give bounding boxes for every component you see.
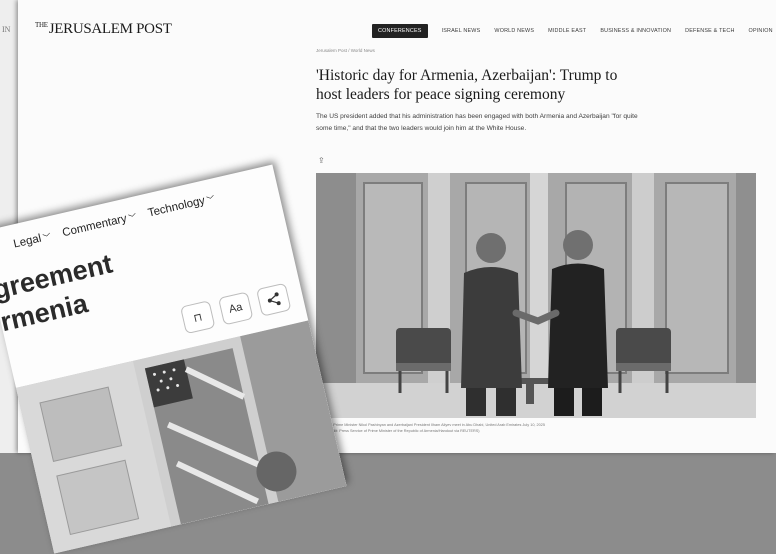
- card-photo: [15, 320, 347, 554]
- photo-caption: Armenian Prime Minister Nikol Pashinyan …: [316, 423, 545, 433]
- site-logo[interactable]: THEJERUSALEM POST: [35, 21, 172, 38]
- chevron-down-icon: ﹀: [42, 232, 53, 243]
- nav-defense-tech[interactable]: DEFENSE & TECH: [685, 28, 734, 34]
- handshake-photo: [316, 173, 756, 418]
- edge-text: IN: [2, 25, 11, 34]
- article-subhead: The US president added that his administ…: [316, 113, 638, 132]
- share-glyph: [267, 292, 281, 306]
- nav-world-news[interactable]: WORLD NEWS: [494, 28, 534, 34]
- share-icon[interactable]: ⇪: [318, 156, 325, 165]
- nav-opinion[interactable]: OPINION: [749, 28, 773, 34]
- main-nav: CONFERENCES ISRAEL NEWS WORLD NEWS MIDDL…: [372, 24, 773, 38]
- article-photo: [316, 173, 756, 418]
- nav-technology[interactable]: Technology﹀: [147, 193, 216, 219]
- nav-business-innovation[interactable]: BUSINESS & INNOVATION: [600, 28, 671, 34]
- share-icon[interactable]: [255, 282, 292, 317]
- nav-legal[interactable]: Legal﹀: [12, 230, 52, 250]
- flags-photo: [15, 320, 347, 554]
- nav-middle-east[interactable]: MIDDLE EAST: [548, 28, 586, 34]
- breadcrumb[interactable]: Jerusalem Post / World News: [316, 48, 375, 53]
- chevron-down-icon: ﹀: [205, 194, 216, 206]
- article-tools: ⊓ Aa: [179, 282, 292, 335]
- nav-israel-news[interactable]: ISRAEL NEWS: [442, 28, 481, 34]
- bookmark-icon[interactable]: ⊓: [179, 300, 216, 335]
- card-headline: greement rmenia: [0, 248, 116, 338]
- nav-commentary[interactable]: Commentary﹀: [61, 211, 138, 240]
- article-headline: 'Historic day for Armenia, Azerbaijan': …: [316, 67, 618, 103]
- chevron-down-icon: ﹀: [127, 212, 138, 224]
- text-size-icon[interactable]: Aa: [217, 291, 254, 326]
- nav-conferences[interactable]: CONFERENCES: [372, 24, 428, 38]
